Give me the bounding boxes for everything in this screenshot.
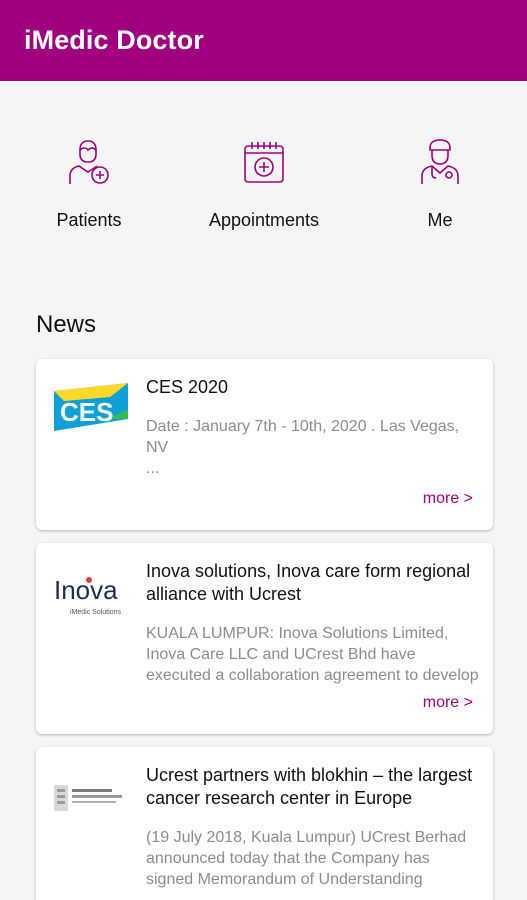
- more-link[interactable]: more >: [423, 694, 473, 712]
- news-excerpt: Date : January 7th - 10th, 2020 . Las Ve…: [146, 418, 460, 477]
- patients-button[interactable]: Patients: [14, 130, 164, 231]
- patients-label: Patients: [56, 210, 122, 230]
- appointments-label: Appointments: [208, 210, 320, 230]
- patient-add-icon: [69, 140, 109, 184]
- calendar-icon: [244, 142, 284, 183]
- me-label: Me: [427, 210, 453, 230]
- news-excerpt: (19 July 2018, Kuala Lumpur) UCrest Berh…: [146, 829, 467, 888]
- more-link[interactable]: more >: [423, 490, 473, 508]
- doctor-icon: [421, 139, 459, 184]
- appointments-button[interactable]: Appointments: [189, 130, 339, 231]
- blokhin-logo: [54, 785, 122, 811]
- news-card[interactable]: Inova iMedic Solutions Inova solutions, …: [36, 543, 493, 734]
- ces-logo: CES: [54, 383, 128, 431]
- app-bar: iMedic Doctor: [0, 0, 527, 81]
- news-excerpt: KUALA LUMPUR: Inova Solutions Limited, I…: [146, 625, 479, 684]
- me-button[interactable]: Me: [365, 130, 515, 231]
- svg-text:iMedic Solutions: iMedic Solutions: [70, 609, 121, 616]
- app-title: iMedic Doctor: [24, 25, 204, 55]
- news-card[interactable]: Ucrest partners with blokhin – the large…: [36, 747, 493, 900]
- news-headline: Inova solutions, Inova care form regiona…: [146, 561, 471, 604]
- svg-text:CES: CES: [60, 397, 113, 427]
- news-headline: CES 2020: [146, 377, 229, 397]
- news-card[interactable]: CES CES 2020 Date : January 7th - 10th, …: [36, 359, 493, 530]
- news-headline: Ucrest partners with blokhin – the large…: [146, 765, 473, 808]
- inova-logo: Inova iMedic Solutions: [54, 575, 121, 616]
- quick-actions: Patients Appointments Me: [0, 130, 527, 240]
- news-heading: News: [36, 311, 97, 338]
